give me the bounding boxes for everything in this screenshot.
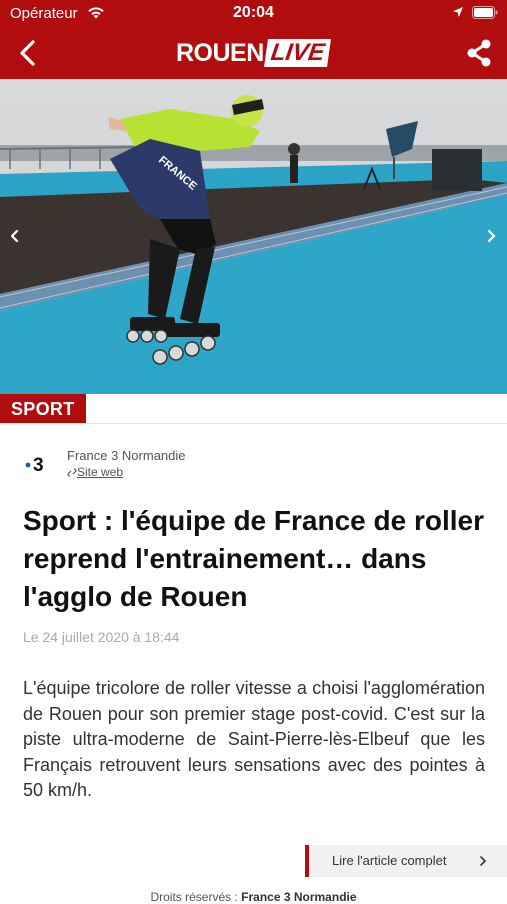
chevron-left-icon[interactable] (4, 222, 24, 250)
france3-logo: 3 (25, 455, 44, 475)
clock: 20:04 (233, 4, 274, 21)
divider (0, 423, 507, 424)
source-website-link[interactable]: Site web (67, 465, 123, 479)
source-link-label: Site web (77, 465, 124, 479)
article-date: Le 24 juillet 2020 à 18:44 (23, 629, 180, 645)
back-chevron-icon[interactable] (14, 38, 42, 68)
chevron-right-icon[interactable] (482, 222, 502, 250)
location-arrow-icon (453, 7, 463, 17)
read-full-article-button[interactable]: Lire l'article complet (305, 845, 507, 877)
rights-prefix: Droits réservés : (150, 890, 238, 904)
rights-owner: France 3 Normandie (241, 890, 357, 904)
svg-text:3: 3 (33, 455, 44, 475)
top-bar: Opérateur 20:04 ROUEN LIVE (0, 0, 507, 79)
category-badge[interactable]: SPORT (0, 394, 86, 424)
nav-bar: ROUEN LIVE (0, 28, 507, 79)
battery-icon (472, 6, 498, 19)
chevron-right-small-icon (480, 856, 486, 866)
logo-main: ROUEN (176, 38, 264, 67)
article-body: L'équipe tricolore de roller vitesse a c… (23, 678, 485, 800)
skater-image: FRANCE (0, 79, 507, 394)
copyright-line: Droits réservés : France 3 Normandie (0, 890, 507, 904)
logo-accent: LIVE (263, 39, 332, 67)
read-more-label: Lire l'article complet (332, 853, 447, 868)
app-logo: ROUEN LIVE (176, 38, 332, 68)
source-name: France 3 Normandie (67, 448, 186, 463)
article-photo[interactable]: FRANCE (0, 79, 507, 394)
status-bar: Opérateur 20:04 (0, 0, 507, 28)
share-icon[interactable] (464, 38, 494, 68)
link-icon (67, 468, 77, 477)
article-title: Sport : l'équipe de France de roller rep… (23, 505, 484, 612)
